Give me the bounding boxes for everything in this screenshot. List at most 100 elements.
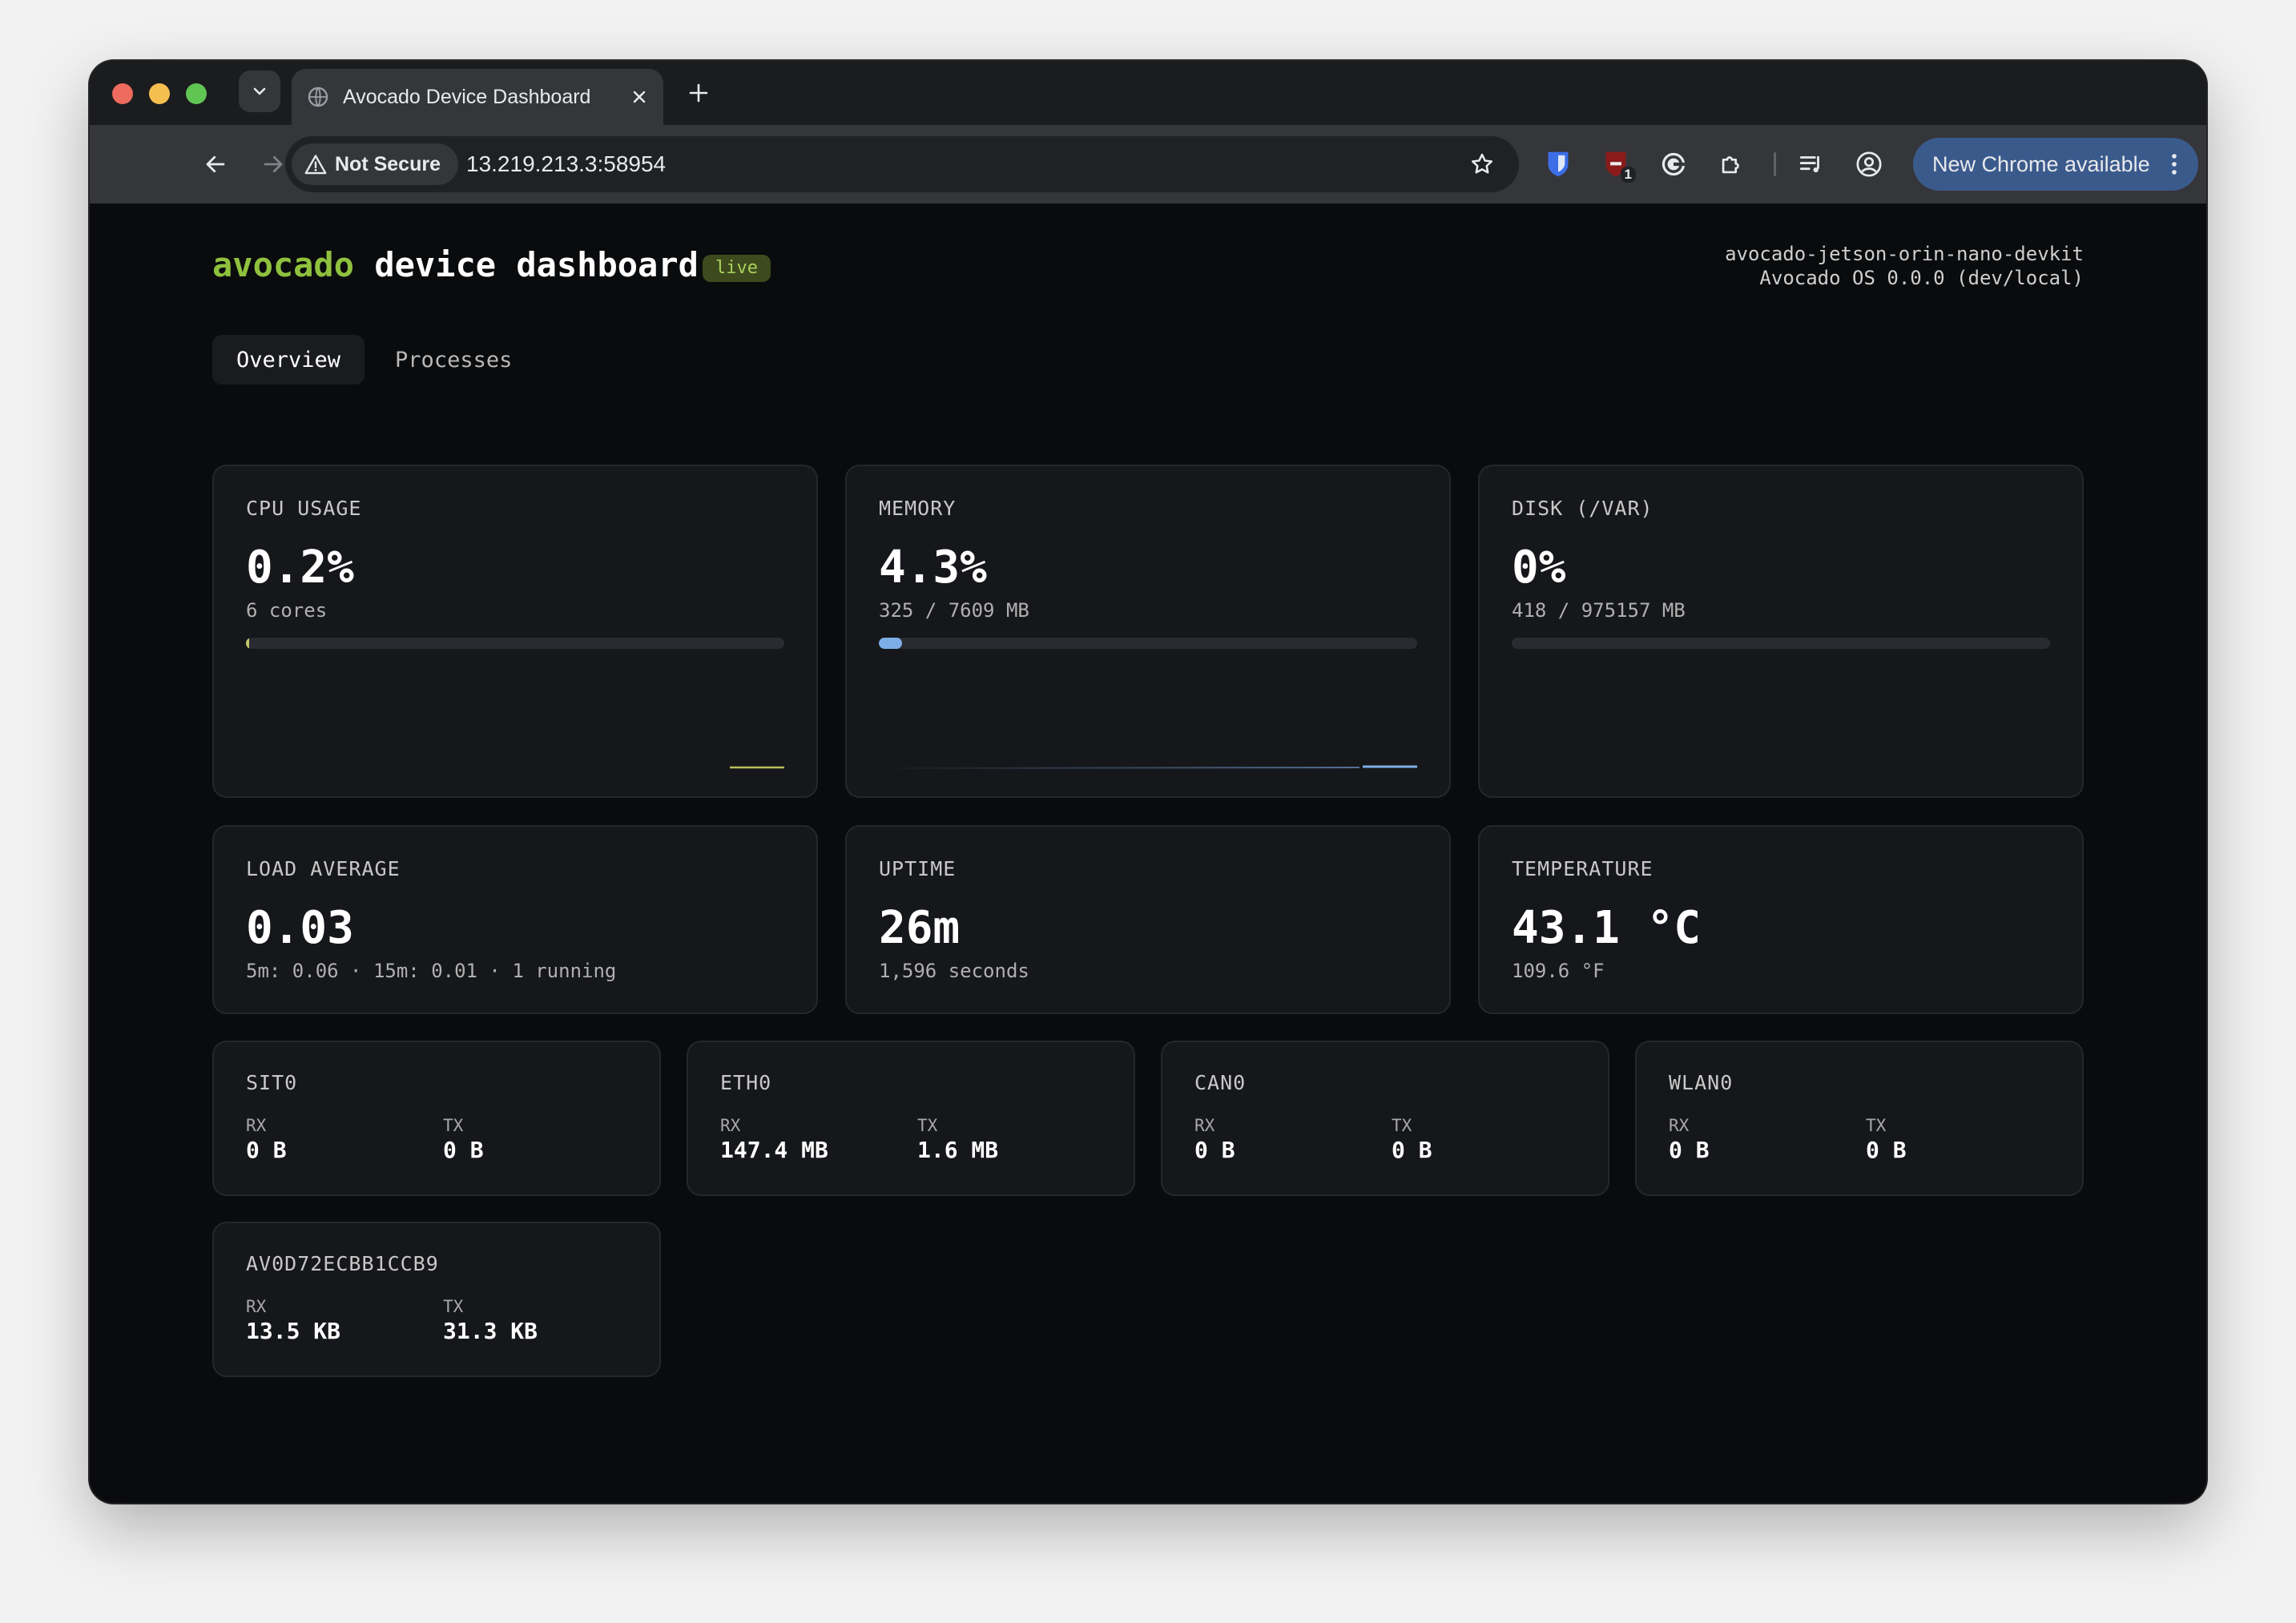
media-controls-button[interactable] <box>1791 144 1831 184</box>
rx-value: 13.5 KB <box>246 1318 341 1344</box>
cpu-cores: 6 cores <box>246 599 328 622</box>
rx-label: RX <box>720 1116 741 1135</box>
interface-name: CAN0 <box>1194 1071 1247 1094</box>
arrow-right-icon <box>264 155 283 173</box>
tab-title: Avocado Device Dashboard <box>343 85 591 108</box>
tx-label: TX <box>1866 1116 1887 1135</box>
network-card-wlan0: WLAN0 RX 0 B TX 0 B <box>1635 1041 2084 1196</box>
os-version: Avocado OS 0.0.0 (dev/local) <box>1759 267 2084 289</box>
uptime-label: UPTIME <box>879 857 957 880</box>
brand-accent: avocado <box>212 245 355 284</box>
network-card-sit0: SIT0 RX 0 B TX 0 B <box>212 1041 661 1196</box>
cpu-label: CPU USAGE <box>246 497 362 520</box>
cpu-progress-fill <box>246 638 250 649</box>
password-manager-extension-button[interactable] <box>1538 144 1578 184</box>
tab-overview[interactable]: Overview <box>212 335 365 385</box>
memory-progress-fill <box>879 638 902 649</box>
globe-icon <box>306 85 330 109</box>
cpu-sparkline <box>730 766 784 769</box>
toolbar-separator <box>1774 152 1776 176</box>
device-info: avocado-jetson-orin-nano-devkit Avocado … <box>1725 242 2084 290</box>
account-circle-icon <box>1856 151 1882 177</box>
temperature-fahrenheit: 109.6 °F <box>1512 960 1605 982</box>
tab-processes[interactable]: Processes <box>371 335 536 385</box>
plus-icon <box>689 83 708 103</box>
chevron-down-icon <box>253 87 266 95</box>
memory-progress-bar <box>879 638 1417 649</box>
tx-label: TX <box>443 1297 464 1316</box>
cpu-value: 0.2% <box>246 542 354 594</box>
back-button[interactable] <box>195 144 236 184</box>
rx-label: RX <box>246 1116 267 1135</box>
browser-toolbar: Not Secure 13.219.213.3:58954 1 New Chro… <box>90 125 2206 204</box>
profile-extension-button[interactable] <box>1654 144 1694 184</box>
device-hostname: avocado-jetson-orin-nano-devkit <box>1725 243 2084 265</box>
memory-sparkline <box>879 765 1417 769</box>
browser-tab-active[interactable]: Avocado Device Dashboard <box>292 69 663 125</box>
url-text[interactable]: 13.219.213.3:58954 <box>466 136 666 192</box>
disk-value: 0% <box>1512 542 1566 594</box>
tab-close-button[interactable] <box>623 81 655 113</box>
update-button-label: New Chrome available <box>1932 151 2150 176</box>
load-label: LOAD AVERAGE <box>246 857 401 880</box>
rx-label: RX <box>1194 1116 1215 1135</box>
temperature-value: 43.1 °C <box>1512 902 1702 954</box>
page-tabs: Overview Processes <box>212 335 536 385</box>
rx-value: 147.4 MB <box>720 1137 828 1163</box>
tx-value: 0 B <box>1866 1137 1907 1163</box>
tab-strip: Avocado Device Dashboard <box>90 61 2206 125</box>
security-label: Not Secure <box>335 152 441 175</box>
close-window-button[interactable] <box>112 83 133 104</box>
bookmark-star-button[interactable] <box>1463 145 1501 183</box>
tx-value: 31.3 KB <box>443 1318 538 1344</box>
rx-value: 0 B <box>1669 1137 1710 1163</box>
extension-badge-count: 1 <box>1620 167 1636 183</box>
page-title: avocado device dashboard <box>212 245 699 284</box>
rx-value: 0 B <box>246 1137 287 1163</box>
network-card-eth0: ETH0 RX 147.4 MB TX 1.6 MB <box>687 1041 1135 1196</box>
live-status-badge: live <box>703 255 771 282</box>
temperature-label: TEMPERATURE <box>1512 857 1654 880</box>
interface-name: SIT0 <box>246 1071 298 1094</box>
zoom-window-button[interactable] <box>186 83 207 104</box>
warning-icon <box>304 155 327 175</box>
tx-label: TX <box>917 1116 938 1135</box>
network-card-av0d72ecbb1ccb9: AV0D72ECBB1CCB9 RX 13.5 KB TX 31.3 KB <box>212 1222 661 1377</box>
network-card-can0: CAN0 RX 0 B TX 0 B <box>1161 1041 1609 1196</box>
minimize-window-button[interactable] <box>149 83 170 104</box>
cpu-progress-bar <box>246 638 784 649</box>
extension-badge-button[interactable]: 1 <box>1596 144 1636 184</box>
load-value: 0.03 <box>246 902 354 954</box>
dashboard-page: avocado device dashboard live avocado-je… <box>90 203 2206 1503</box>
uptime-card: UPTIME 26m 1,596 seconds <box>845 825 1451 1014</box>
interface-name: AV0D72ECBB1CCB9 <box>246 1252 439 1275</box>
rx-value: 0 B <box>1194 1137 1235 1163</box>
circle-logo-icon <box>1662 152 1686 176</box>
load-details: 5m: 0.06 · 15m: 0.01 · 1 running <box>246 960 617 982</box>
star-icon <box>1472 153 1492 174</box>
browser-window: Avocado Device Dashboard Not Secure 13.2… <box>90 61 2206 1503</box>
profile-button[interactable] <box>1849 144 1889 184</box>
tx-label: TX <box>443 1116 464 1135</box>
new-chrome-available-button[interactable]: New Chrome available <box>1913 138 2198 191</box>
memory-usage: 325 / 7609 MB <box>879 599 1029 622</box>
close-icon <box>633 91 646 103</box>
rx-label: RX <box>246 1297 267 1316</box>
queue-music-icon <box>1799 156 1819 173</box>
tx-value: 0 B <box>1392 1137 1432 1163</box>
brand-rest: device dashboard <box>374 245 699 284</box>
interface-name: WLAN0 <box>1669 1071 1734 1094</box>
rx-label: RX <box>1669 1116 1690 1135</box>
tab-search-button[interactable] <box>239 70 280 112</box>
address-bar[interactable]: Not Secure 13.219.213.3:58954 <box>285 136 1519 192</box>
uptime-value: 26m <box>879 902 961 954</box>
security-indicator[interactable]: Not Secure <box>292 143 458 185</box>
new-tab-button[interactable] <box>681 75 716 111</box>
uptime-seconds: 1,596 seconds <box>879 960 1029 982</box>
memory-label: MEMORY <box>879 497 957 520</box>
tx-label: TX <box>1392 1116 1412 1135</box>
extensions-menu-button[interactable] <box>1711 144 1751 184</box>
shield-icon <box>1548 151 1569 177</box>
temperature-card: TEMPERATURE 43.1 °C 109.6 °F <box>1478 825 2084 1014</box>
puzzle-icon <box>1722 156 1739 174</box>
